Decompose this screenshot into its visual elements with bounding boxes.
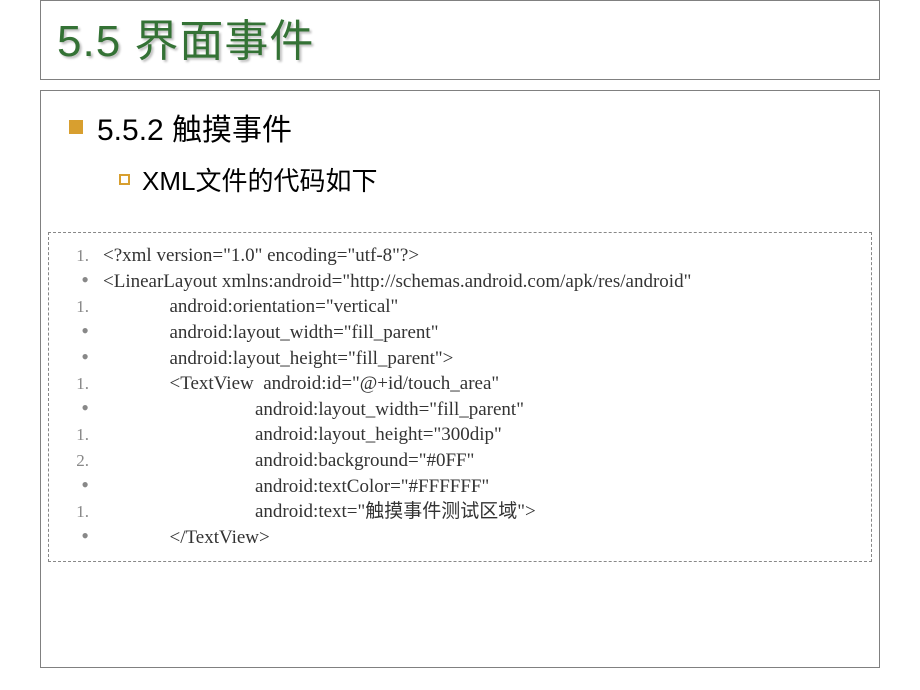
code-text: android:text="触摸事件测试区域">	[89, 499, 536, 525]
code-box: 1.<?xml version="1.0" encoding="utf-8"?>…	[48, 232, 872, 562]
code-text: <?xml version="1.0" encoding="utf-8"?>	[89, 243, 419, 269]
code-line: 1. <TextView android:id="@+id/touch_area…	[55, 371, 861, 397]
subheading-row: 5.5.2 触摸事件	[69, 105, 857, 149]
line-number: 1.	[55, 501, 89, 524]
code-line: • android:textColor="#FFFFFF"	[55, 474, 861, 500]
bullet-marker-icon: •	[55, 398, 89, 418]
title-container: 5.5 界面事件	[40, 0, 880, 80]
sub2-text: XML文件的代码如下	[142, 161, 377, 198]
bullet-marker-icon: •	[55, 347, 89, 367]
code-text: </TextView>	[89, 525, 270, 551]
code-line: •<LinearLayout xmlns:android="http://sch…	[55, 269, 861, 295]
sub2-row: XML文件的代码如下	[119, 161, 857, 198]
line-number: 1.	[55, 424, 89, 447]
bullet-marker-icon: •	[55, 270, 89, 290]
code-line: 1. android:orientation="vertical"	[55, 294, 861, 320]
code-text: android:layout_height="300dip"	[89, 422, 502, 448]
code-line: 1.<?xml version="1.0" encoding="utf-8"?>	[55, 243, 861, 269]
subheading-text: 5.5.2 触摸事件	[97, 105, 292, 149]
slide-title: 5.5 界面事件	[57, 5, 863, 69]
code-line: • android:layout_width="fill_parent"	[55, 397, 861, 423]
code-line: 1. android:layout_height="300dip"	[55, 422, 861, 448]
bullet-marker-icon: •	[55, 526, 89, 546]
line-number: 1.	[55, 296, 89, 319]
code-text: android:layout_height="fill_parent">	[89, 346, 453, 372]
code-line: • android:layout_height="fill_parent">	[55, 346, 861, 372]
line-number: 1.	[55, 245, 89, 268]
hollow-square-bullet-icon	[119, 174, 130, 185]
code-text: android:textColor="#FFFFFF"	[89, 474, 489, 500]
bullet-marker-icon: •	[55, 321, 89, 341]
line-number: 2.	[55, 450, 89, 473]
code-text: <LinearLayout xmlns:android="http://sche…	[89, 269, 691, 295]
code-text: android:layout_width="fill_parent"	[89, 397, 529, 423]
code-text: <TextView android:id="@+id/touch_area"	[89, 371, 499, 397]
line-number: 1.	[55, 373, 89, 396]
code-line: • android:layout_width="fill_parent"	[55, 320, 861, 346]
code-line: 1. android:text="触摸事件测试区域">	[55, 499, 861, 525]
code-line: 2. android:background="#0FF"	[55, 448, 861, 474]
code-text: android:layout_width="fill_parent"	[89, 320, 438, 346]
bullet-marker-icon: •	[55, 475, 89, 495]
code-text: android:background="#0FF"	[89, 448, 474, 474]
code-line: • </TextView>	[55, 525, 861, 551]
square-bullet-icon	[69, 120, 83, 134]
code-text: android:orientation="vertical"	[89, 294, 398, 320]
